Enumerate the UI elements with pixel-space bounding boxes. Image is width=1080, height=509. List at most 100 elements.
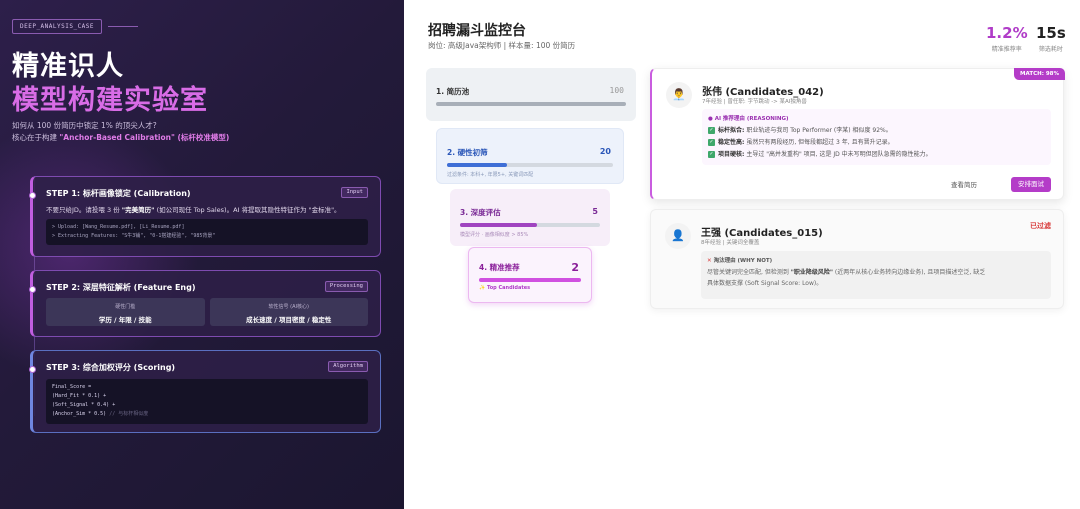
why-not-heading-text: 淘汰理由 (WHY NOT) — [713, 258, 773, 264]
check-icon: ✓ — [708, 127, 715, 134]
funnel-note: ✨ Top Candidates — [479, 285, 531, 291]
funnel-step-recommend[interactable]: 4. 精准推荐 2 ✨ Top Candidates — [468, 247, 592, 303]
box-value: 成长速度 / 项目密度 / 稳定性 — [246, 316, 332, 324]
funnel-note: 过滤条件: 本科+, 年限5+, 关键词匹配 — [447, 172, 534, 178]
step-description-prefix: 不要只给JD。请投喂 3 份 — [46, 206, 122, 214]
metric-precision: 1.2% 精准推荐率 — [986, 24, 1028, 53]
match-badge: MATCH: 98% — [1014, 68, 1065, 80]
right-panel: 招聘漏斗监控台 岗位: 高级Java架构师 | 样本量: 100 份简历 1.2… — [404, 0, 1080, 509]
step-calibration-card: STEP 1: 标杆画像锁定 (Calibration) Input 不要只给J… — [29, 176, 381, 257]
reason-key: 稳定性高: — [718, 139, 745, 146]
funnel-step-hard-screen[interactable]: 2. 硬性初筛 20 过滤条件: 本科+, 年限5+, 关键词匹配 — [436, 128, 624, 184]
reason-key: 标杆拟合: — [718, 127, 745, 134]
candidate-name: 王强 (Candidates_015) — [701, 228, 823, 239]
cross-icon: ✕ — [707, 258, 712, 264]
subtitle-core-highlight: "Anchor-Based Calibration" (标杆校准模型) — [59, 133, 230, 142]
step-description: 不要只给JD。请投喂 3 份 "完美简历" (如公司现任 Top Sales)。… — [46, 204, 341, 214]
funnel-count: 20 — [599, 147, 611, 156]
funnel-bar — [436, 102, 626, 106]
code-text: (Anchor_Sim * 0.5) — [52, 411, 107, 417]
funnel-count: 5 — [592, 207, 598, 216]
hard-threshold-box: 硬性门槛 学历 / 年限 / 技能 — [46, 298, 205, 326]
schedule-interview-button[interactable]: 安排面试 — [1011, 177, 1051, 192]
box-label: 软性信号 (AI核心) — [268, 304, 309, 310]
timeline-dot — [29, 192, 36, 199]
reasoning-heading-text: AI 推荐理由 (REASONING) — [714, 116, 789, 122]
box-label: 硬性门槛 — [115, 304, 136, 310]
funnel-count: 2 — [571, 261, 579, 274]
code-line: (Soft_Signal * 0.4) + — [52, 402, 116, 408]
reason-item: ✓ 标杆拟合: 职业轨迹与我司 Top Performer (李某) 相似度 92… — [708, 125, 1045, 137]
funnel-bar — [447, 163, 613, 167]
code-comment: // 与标杆相似度 — [106, 411, 149, 417]
metric-label: 筛选耗时 — [1038, 46, 1063, 53]
funnel-count: 100 — [609, 86, 624, 95]
view-resume-link[interactable]: 查看简历 — [951, 179, 977, 189]
feature-boxes: 硬性门槛 学历 / 年限 / 技能 软性信号 (AI核心) 成长速度 / 项目密… — [46, 298, 368, 326]
candidate-card-filtered[interactable]: 👤 王强 (Candidates_015) 8年经验 | 关键词全覆盖 已过滤 … — [650, 209, 1064, 309]
filtered-status: 已过滤 — [1030, 222, 1051, 230]
code-line: (Anchor_Sim * 0.5) // 与标杆相似度 — [52, 410, 362, 419]
formula-code-block: Final_Score = (Hard_Fit * 0.1) + (Soft_S… — [46, 379, 368, 424]
funnel-label: 2. 硬性初筛 — [447, 148, 488, 157]
step-description-suffix: (如公司现任 Top Sales)。AI 将提取其隐性特征作为 "金标准"。 — [154, 206, 341, 214]
left-panel: DEEP_ANALYSIS_CASE 精准识人 模型构建实验室 如何从 100 … — [0, 0, 404, 509]
funnel-note: 模型评分 · 画像相似度 > 85% — [460, 232, 529, 238]
avatar-icon: 👤 — [665, 223, 691, 249]
step-description-bold: "完美简历" — [121, 206, 155, 214]
candidate-name: 张伟 (Candidates_042) — [702, 87, 824, 98]
recruit-funnel: 1. 简历池 100 2. 硬性初筛 20 过滤条件: 本科+, 年限5+, 关… — [426, 68, 636, 308]
step-scoring-card: STEP 3: 综合加权评分 (Scoring) Algorithm Final… — [29, 350, 381, 433]
funnel-bar-fill — [447, 163, 507, 167]
funnel-bar — [479, 278, 581, 282]
code-line: Final_Score = — [52, 384, 92, 390]
step-title: STEP 1: 标杆画像锁定 (Calibration) — [46, 189, 191, 198]
step-badge: Processing — [324, 281, 368, 292]
box-value: 学历 / 年限 / 技能 — [98, 316, 152, 324]
funnel-label: 1. 简历池 — [436, 87, 470, 96]
soft-signal-box: 软性信号 (AI核心) 成长速度 / 项目密度 / 稳定性 — [209, 298, 368, 326]
page-title-line2: 模型构建实验室 — [12, 85, 208, 116]
reason-value: 虽然只有两段经历, 但每段都超过 3 年, 且有晋升记录。 — [746, 139, 894, 146]
reason-item: ✓ 项目硬核: 主导过 "高并发重构" 项目, 这是 JD 中未写明但团队急需的隐… — [708, 149, 1045, 161]
why-text: (近两年从核心业务转向边缘业务), 且项目描述空泛, 缺乏 — [833, 269, 986, 276]
step-title: STEP 3: 综合加权评分 (Scoring) — [46, 363, 176, 372]
dashboard-title: 招聘漏斗监控台 — [428, 23, 526, 39]
code-block: > Upload: [Wang_Resume.pdf], [Li_Resume.… — [46, 219, 368, 245]
metric-value: 15s — [1036, 24, 1066, 42]
funnel-label: 3. 深度评估 — [460, 208, 501, 217]
timeline-dot — [29, 366, 36, 373]
metric-time: 15s 筛选耗时 — [1036, 24, 1066, 53]
funnel-step-deep-eval[interactable]: 3. 深度评估 5 模型评分 · 画像相似度 > 85% — [450, 189, 610, 246]
timeline-dot — [29, 286, 36, 293]
reason-value: 主导过 "高并发重构" 项目, 这是 JD 中未写明但团队急需的隐性能力。 — [746, 151, 932, 158]
why-text: 尽管关键词完全匹配, 但检测到 — [707, 269, 791, 276]
code-line: (Hard_Fit * 0.1) + — [52, 393, 107, 399]
step-title: STEP 2: 深层特征解析 (Feature Eng) — [46, 283, 196, 292]
candidate-meta: 8年经验 | 关键词全覆盖 — [701, 240, 760, 246]
funnel-label: 4. 精准推荐 — [479, 263, 520, 272]
subtitle-core-prefix: 核心在于构建 — [12, 133, 60, 142]
check-icon: ✓ — [708, 139, 715, 146]
candidate-card-recommended[interactable]: 👨‍💼 张伟 (Candidates_042) 7年经验 | 曾任职: 字节跳动… — [650, 68, 1065, 200]
reason-item: ✓ 稳定性高: 虽然只有两段经历, 但每段都超过 3 年, 且有晋升记录。 — [708, 137, 1045, 149]
step-badge: Input — [341, 187, 368, 198]
tag-divider — [108, 26, 138, 27]
subtitle-core: 核心在于构建 "Anchor-Based Calibration" (标杆校准模… — [12, 132, 229, 143]
case-tag: DEEP_ANALYSIS_CASE — [12, 19, 103, 34]
funnel-bar-fill — [460, 223, 537, 227]
candidate-meta: 7年经验 | 曾任职: 字节跳动 -> 某AI独角兽 — [702, 99, 807, 105]
check-icon: ✓ — [708, 151, 715, 158]
code-line: > Extracting Features: "S牛3铺", "0-1搭建经验"… — [52, 233, 216, 239]
avatar-icon: 👨‍💼 — [666, 82, 692, 108]
funnel-bar — [460, 223, 600, 227]
metric-value: 1.2% — [986, 24, 1028, 42]
metric-label: 精准推荐率 — [991, 46, 1022, 53]
why-not-line: 尽管关键词完全匹配, 但检测到 "职业降级风险" (近两年从核心业务转向边缘业务… — [707, 267, 1045, 278]
step-badge: Algorithm — [328, 361, 368, 372]
code-line: > Upload: [Wang_Resume.pdf], [Li_Resume.… — [52, 224, 185, 230]
reasoning-heading: ● AI 推荐理由 (REASONING) — [708, 116, 789, 122]
reason-value: 职业轨迹与我司 Top Performer (李某) 相似度 92%。 — [746, 127, 892, 134]
why-bold: "职业降级风险" — [790, 269, 833, 276]
funnel-step-pool[interactable]: 1. 简历池 100 — [426, 68, 636, 121]
